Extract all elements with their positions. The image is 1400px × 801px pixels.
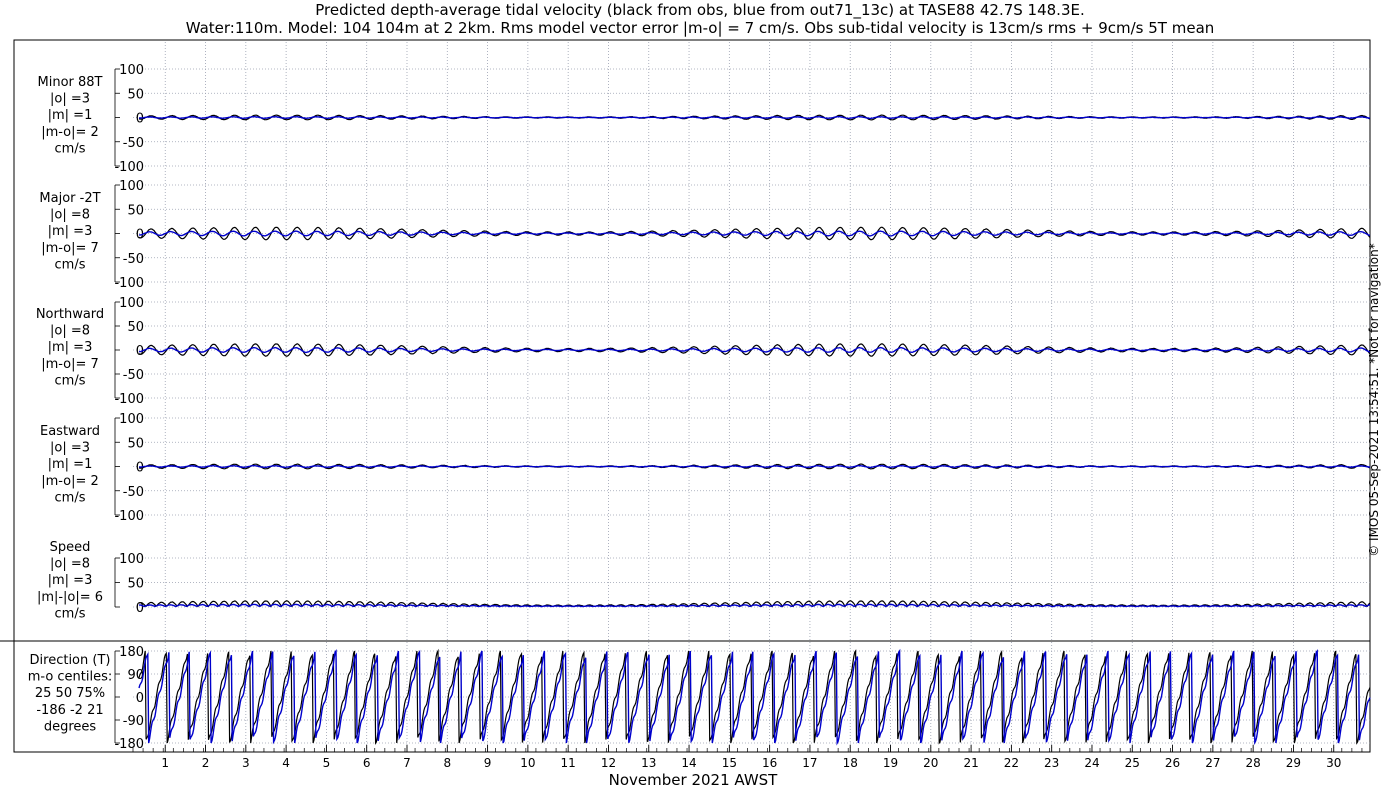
panel-label: Direction (T): [30, 653, 111, 668]
panel-major: 100500-50-100Major -2T|o| =8|m| =3|m-o|=…: [39, 179, 1371, 291]
panel-label: |o| =3: [50, 92, 90, 107]
y-tick-label: -50: [123, 368, 144, 383]
y-tick-label: -50: [123, 136, 144, 151]
panel-label: |m|-|o|= 6: [37, 590, 103, 605]
panel-label: cm/s: [55, 373, 86, 388]
x-tick-label: 4: [282, 756, 290, 770]
x-tick-label: 7: [403, 756, 411, 770]
x-tick-label: 14: [681, 756, 696, 770]
panel-label: m-o centiles:: [28, 670, 113, 685]
tidal-velocity-chart: 100500-50-100Minor 88T|o| =3|m| =1|m-o|=…: [0, 39, 1371, 789]
panel-label: |m| =1: [48, 108, 93, 123]
y-tick-label: 180: [119, 645, 144, 660]
panel-label: |m-o|= 7: [41, 357, 99, 372]
panel-label: cm/s: [55, 141, 86, 156]
panel-northward: 100500-50-100Northward|o| =8|m| =3|m-o|=…: [36, 296, 1371, 407]
y-tick-label: 50: [127, 577, 144, 592]
y-tick-label: 50: [127, 436, 144, 451]
panel-minor: 100500-50-100Minor 88T|o| =3|m| =1|m-o|=…: [38, 63, 1371, 175]
y-tick-label: 100: [119, 179, 144, 194]
y-tick-label: -90: [123, 714, 144, 729]
y-tick-label: -100: [114, 160, 144, 175]
x-tick-label: 20: [923, 756, 938, 770]
x-tick-label: 23: [1044, 756, 1059, 770]
panel-label: cm/s: [55, 257, 86, 272]
series-model-line: [138, 115, 1371, 120]
panel-label: |o| =8: [50, 557, 90, 572]
x-tick-label: 12: [601, 756, 616, 770]
panel-speed: 100500Speed|o| =8|m| =3|m|-|o|= 6cm/s: [37, 540, 1371, 621]
y-tick-label: -100: [114, 392, 144, 407]
x-tick-label: 17: [802, 756, 817, 770]
panel-label: 25 50 75%: [35, 686, 105, 701]
x-tick-label: 18: [843, 756, 858, 770]
x-tick-label: 16: [762, 756, 777, 770]
x-tick-label: 13: [641, 756, 656, 770]
y-tick-label: 100: [119, 412, 144, 427]
y-tick-label: -50: [123, 252, 144, 267]
panel-label: |m-o|= 2: [41, 474, 99, 489]
y-tick-label: 50: [127, 320, 144, 335]
y-tick-label: 100: [119, 63, 144, 78]
y-tick-label: 50: [127, 87, 144, 102]
panel-eastward: 100500-50-100Eastward|o| =3|m| =1|m-o|= …: [40, 412, 1371, 524]
y-tick-label: 100: [119, 296, 144, 311]
x-tick-label: 6: [363, 756, 371, 770]
y-tick-label: 0: [136, 691, 144, 706]
series-model-line: [138, 464, 1371, 469]
panel-label: Eastward: [40, 424, 100, 439]
y-tick-label: -100: [114, 276, 144, 291]
copyright-text: © IMOS 05-Sep-2021 13:54:51. *Not for na…: [1367, 243, 1381, 557]
x-tick-label: 26: [1165, 756, 1180, 770]
x-tick-label: 8: [443, 756, 451, 770]
panel-label: |o| =3: [50, 441, 90, 456]
panel-label: Minor 88T: [38, 75, 103, 90]
panel-label: degrees: [44, 719, 97, 734]
panel-label: Northward: [36, 307, 104, 322]
y-tick-label: -180: [114, 737, 144, 752]
panel-label: cm/s: [55, 606, 86, 621]
panel-label: |m| =3: [48, 573, 93, 588]
x-tick-label: 15: [722, 756, 737, 770]
x-tick-label: 30: [1326, 756, 1341, 770]
panel-label: |o| =8: [50, 208, 90, 223]
panel-label: Speed: [50, 540, 91, 555]
panel-label: |m-o|= 2: [41, 125, 99, 140]
panel-label: |m-o|= 7: [41, 241, 99, 256]
x-tick-label: 25: [1125, 756, 1140, 770]
x-tick-label: 5: [323, 756, 331, 770]
x-tick-label: 21: [963, 756, 978, 770]
x-tick-label: 9: [484, 756, 492, 770]
x-tick-label: 3: [242, 756, 250, 770]
panel-label: |o| =8: [50, 324, 90, 339]
vertical-gridlines: [164, 42, 1335, 752]
y-tick-label: -100: [114, 509, 144, 524]
panel-label: |m| =1: [48, 457, 93, 472]
panel-label: -186 -2 21: [36, 703, 103, 718]
x-axis-label: November 2021 AWST: [609, 771, 779, 789]
x-tick-label: 29: [1286, 756, 1301, 770]
x-tick-label: 19: [883, 756, 898, 770]
panel-direction: 180900-90-180Direction (T)m-o centiles:2…: [28, 645, 1371, 752]
panel-label: cm/s: [55, 490, 86, 505]
x-tick-label: 28: [1246, 756, 1261, 770]
x-tick-label: 2: [202, 756, 210, 770]
y-tick-label: 50: [127, 203, 144, 218]
x-tick-label: 22: [1004, 756, 1019, 770]
x-tick-label: 24: [1084, 756, 1099, 770]
x-tick-label: 10: [520, 756, 535, 770]
y-tick-label: 100: [119, 552, 144, 567]
panel-label: |m| =3: [48, 340, 93, 355]
panel-label: |m| =3: [48, 224, 93, 239]
x-tick-label: 27: [1205, 756, 1220, 770]
figure-frame: [13, 39, 1371, 753]
x-tick-label: 11: [561, 756, 576, 770]
y-tick-label: -50: [123, 485, 144, 500]
panel-label: Major -2T: [39, 191, 100, 206]
x-tick-label: 1: [161, 756, 169, 770]
